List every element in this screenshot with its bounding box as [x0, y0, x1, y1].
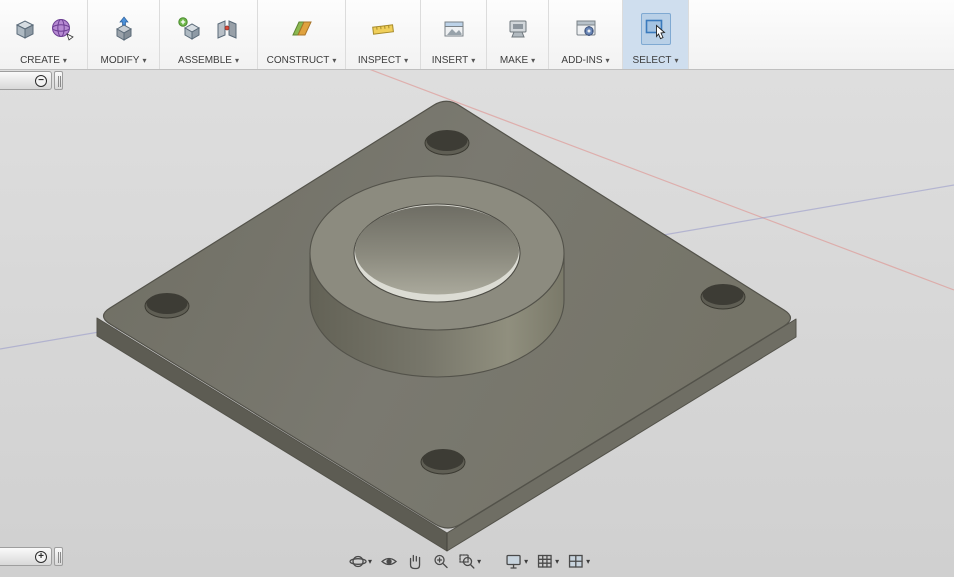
press-pull-button[interactable] [109, 13, 139, 45]
joint-icon [217, 19, 237, 39]
scripts-addins-icon [576, 20, 595, 36]
toolbar-group-assemble: ASSEMBLE ▾ [160, 0, 258, 69]
zoom-window-button[interactable]: ▾ [455, 550, 484, 572]
caret-down-icon: ▾ [332, 55, 337, 65]
create-form-icon [52, 18, 74, 41]
caret-down-icon: ▾ [555, 556, 560, 566]
pan-button[interactable] [403, 550, 427, 572]
grid-and-snaps-button[interactable]: ▾ [533, 550, 562, 572]
create-menu[interactable]: CREATE ▾ [20, 52, 67, 69]
measure-button[interactable] [368, 13, 398, 45]
toolbar-group-create: CREATE ▾ [0, 0, 88, 69]
look-at-icon [381, 557, 398, 565]
caret-down-icon: ▾ [234, 55, 239, 65]
create-form-button[interactable] [47, 13, 77, 45]
inspect-menu[interactable]: INSPECT ▾ [358, 52, 408, 69]
toolbar-group-inspect: INSPECT ▾ [346, 0, 421, 69]
joint-button[interactable] [212, 13, 242, 45]
zoom-icon [434, 554, 448, 568]
press-pull-icon [115, 15, 132, 41]
model-viewport[interactable] [0, 70, 954, 577]
display-settings-button[interactable]: ▾ [502, 550, 531, 572]
expand-plus-icon[interactable]: + [35, 550, 47, 563]
new-component-button[interactable] [175, 13, 205, 45]
corner-hole-bottom[interactable] [420, 449, 466, 475]
navigation-bar: ▾ ▾ ▾ ▾ ▾ [346, 550, 593, 572]
orbit-button[interactable]: ▾ [346, 550, 375, 572]
insert-button[interactable] [439, 13, 469, 45]
modify-menu-label: MODIFY [100, 55, 140, 66]
addins-menu-label: ADD-INS [561, 55, 603, 66]
3d-print-icon [509, 20, 526, 37]
browser-grip-bottom[interactable] [54, 547, 63, 566]
caret-down-icon: ▾ [404, 55, 409, 65]
make-button[interactable] [503, 13, 533, 45]
select-button[interactable] [640, 12, 671, 45]
caret-down-icon: ▾ [605, 55, 610, 65]
corner-hole-top[interactable] [424, 130, 470, 156]
select-menu[interactable]: SELECT ▾ [633, 52, 679, 69]
make-menu[interactable]: MAKE ▾ [500, 52, 535, 69]
caret-down-icon: ▾ [586, 556, 591, 566]
grid-icon [537, 554, 552, 568]
select-cursor-icon [645, 19, 666, 39]
create-solid-icon [15, 19, 35, 39]
addins-menu[interactable]: ADD-INS ▾ [561, 52, 609, 69]
zoom-window-icon [459, 553, 475, 569]
modify-menu[interactable]: MODIFY ▾ [101, 52, 147, 69]
construct-menu-label: CONSTRUCT [266, 55, 330, 66]
browser-grip-top[interactable] [54, 71, 63, 90]
toolbar-group-make: MAKE ▾ [487, 0, 549, 69]
caret-down-icon: ▾ [368, 556, 373, 566]
new-component-icon [178, 16, 201, 40]
viewport-canvas[interactable] [0, 70, 954, 577]
assemble-menu[interactable]: ASSEMBLE ▾ [178, 52, 239, 69]
main-toolbar: CREATE ▾ MODIFY ▾ ASSEMBLE ▾ CONSTRUCT ▾… [0, 0, 954, 70]
insert-image-icon [444, 21, 463, 36]
zoom-button[interactable] [429, 550, 453, 572]
scripts-addins-button[interactable] [571, 13, 601, 45]
select-menu-label: SELECT [632, 55, 672, 66]
insert-menu-label: INSERT [431, 55, 469, 66]
toolbar-group-modify: MODIFY ▾ [88, 0, 160, 69]
caret-down-icon: ▾ [471, 55, 476, 65]
bore-inner-wall [355, 205, 519, 295]
insert-menu[interactable]: INSERT ▾ [432, 52, 476, 69]
caret-down-icon: ▾ [142, 55, 147, 65]
browser-collapse-handle-bottom[interactable]: + [0, 547, 52, 566]
orbit-icon [349, 555, 367, 567]
viewports-button[interactable]: ▾ [564, 550, 593, 572]
viewports-icon [568, 554, 583, 568]
caret-down-icon: ▾ [524, 556, 529, 566]
browser-collapse-handle-top[interactable]: − [0, 71, 52, 90]
display-settings-icon [506, 554, 521, 569]
toolbar-group-select: SELECT ▾ [623, 0, 689, 69]
caret-down-icon: ▾ [531, 55, 536, 65]
construct-plane-icon [291, 21, 312, 35]
assemble-menu-label: ASSEMBLE [178, 55, 232, 66]
measure-icon [372, 23, 394, 35]
create-solid-button[interactable] [10, 13, 40, 45]
construct-plane-button[interactable] [287, 13, 317, 45]
toolbar-group-addins: ADD-INS ▾ [549, 0, 623, 69]
create-menu-label: CREATE [20, 55, 60, 66]
caret-down-icon: ▾ [477, 556, 482, 566]
caret-down-icon: ▾ [674, 55, 679, 65]
pan-icon [409, 554, 421, 569]
inspect-menu-label: INSPECT [357, 55, 402, 66]
collapse-minus-icon[interactable]: − [35, 74, 47, 87]
caret-down-icon: ▾ [62, 55, 67, 65]
corner-hole-right[interactable] [700, 284, 746, 310]
corner-hole-left[interactable] [144, 293, 190, 319]
toolbar-group-construct: CONSTRUCT ▾ [258, 0, 346, 69]
look-at-button[interactable] [377, 550, 401, 572]
construct-menu[interactable]: CONSTRUCT ▾ [267, 52, 337, 69]
make-menu-label: MAKE [499, 55, 529, 66]
flange-model[interactable] [96, 100, 797, 552]
toolbar-group-insert: INSERT ▾ [421, 0, 487, 69]
